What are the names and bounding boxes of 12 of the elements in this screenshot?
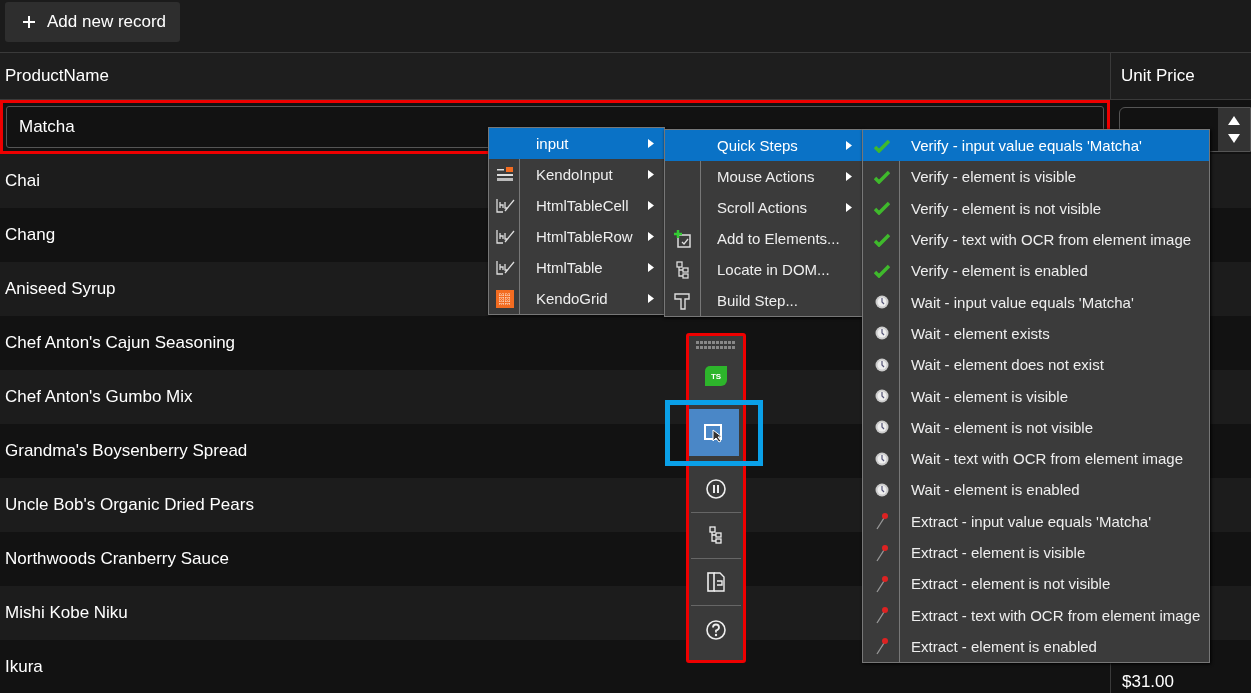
table-cell: Chef Anton's Cajun Seasoning	[5, 333, 236, 353]
table-cell: Northwoods Cranberry Sauce	[5, 549, 229, 569]
table-cell: Chai	[5, 171, 40, 191]
table-cell: Mishi Kobe Niku	[5, 603, 128, 623]
table-cell: Grandma's Boysenberry Spread	[5, 441, 248, 461]
table-cell: Chef Anton's Gumbo Mix	[5, 387, 193, 407]
table-cell-text: $31.00	[1121, 672, 1174, 692]
table-cell: Ikura	[5, 657, 43, 677]
ts-badge: TS	[705, 366, 727, 387]
table-cell: Aniseed Syrup	[5, 279, 116, 299]
table-cell: Uncle Bob's Organic Dried Pears	[5, 495, 254, 515]
table-cell: Chang	[5, 225, 56, 245]
